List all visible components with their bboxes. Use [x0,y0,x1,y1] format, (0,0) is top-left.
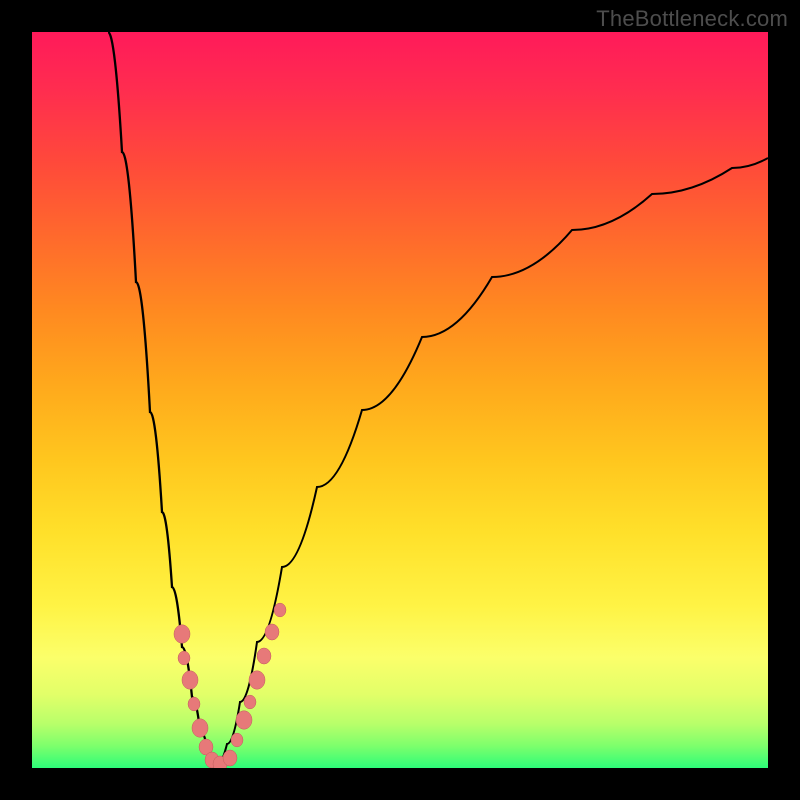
data-dot [188,697,200,711]
data-dot [265,624,279,640]
data-dot [182,671,198,689]
data-dot [244,695,256,709]
data-dot [257,648,271,664]
data-dot [231,733,243,747]
data-dot [249,671,265,689]
data-dot [192,719,208,737]
data-dots-group [174,603,286,768]
data-dot [223,750,237,766]
watermark-text: TheBottleneck.com [596,6,788,32]
bottleneck-curve-svg [32,32,768,768]
data-dot [274,603,286,617]
data-dot [178,651,190,665]
curve-left-branch [108,32,216,766]
chart-plot-area [32,32,768,768]
data-dot [174,625,190,643]
curve-right-branch [216,158,768,766]
data-dot [236,711,252,729]
